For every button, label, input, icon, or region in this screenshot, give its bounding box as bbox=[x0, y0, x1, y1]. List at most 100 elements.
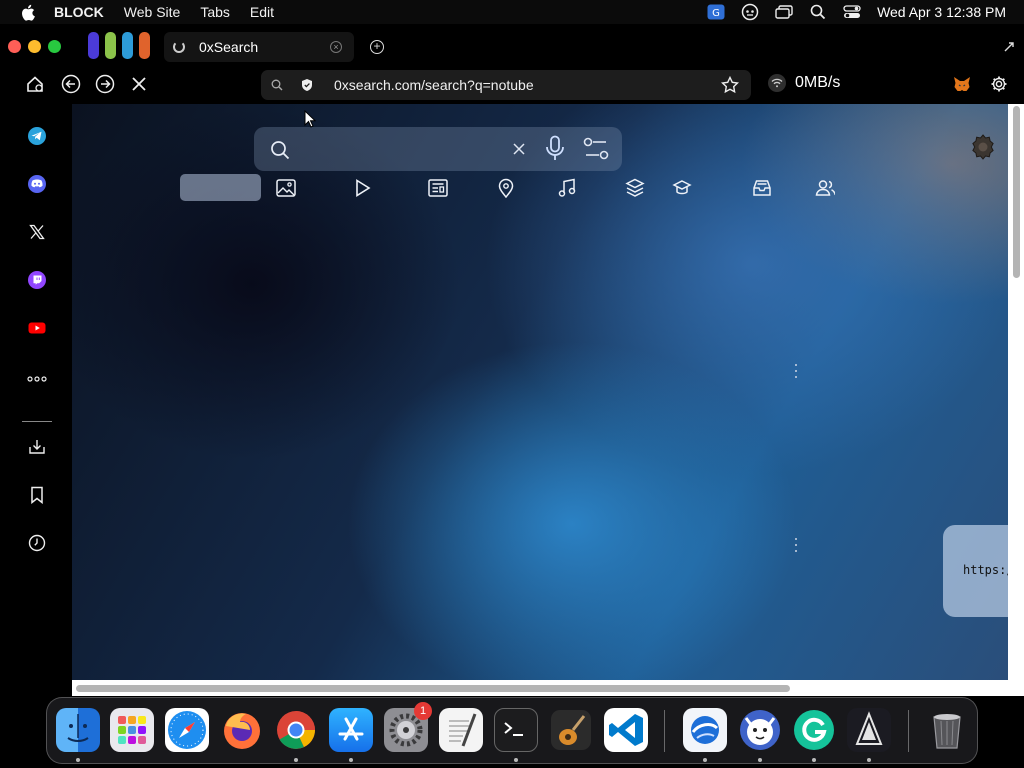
svg-text:G: G bbox=[712, 8, 720, 19]
vectorworks-icon[interactable] bbox=[847, 708, 891, 752]
tab-news[interactable] bbox=[428, 178, 448, 198]
sidebar-item-youtube[interactable] bbox=[27, 318, 47, 338]
stop-loading-button[interactable] bbox=[129, 74, 149, 94]
robot-icon[interactable] bbox=[741, 3, 759, 21]
workspace-switcher bbox=[88, 32, 150, 59]
vertical-scroll-thumb[interactable] bbox=[1013, 106, 1020, 278]
back-arrow-icon bbox=[61, 74, 81, 94]
users-icon bbox=[815, 180, 835, 196]
page-settings-gear-icon[interactable] bbox=[968, 132, 998, 162]
menu-edit[interactable]: Edit bbox=[250, 4, 274, 20]
menu-web-site[interactable]: Web Site bbox=[124, 4, 181, 20]
loading-spinner-icon bbox=[173, 41, 185, 53]
bookmark-star-icon[interactable] bbox=[721, 76, 739, 94]
close-window-button[interactable] bbox=[8, 40, 21, 53]
translator-icon[interactable]: G bbox=[707, 4, 725, 20]
tab-layers[interactable] bbox=[625, 178, 645, 198]
launchpad-icon[interactable] bbox=[110, 708, 154, 752]
horizontal-scrollbar[interactable] bbox=[72, 680, 1008, 696]
url-text[interactable]: 0xsearch.com/search?q=notube bbox=[334, 77, 534, 93]
tab-music[interactable] bbox=[557, 178, 577, 198]
image-icon bbox=[276, 179, 296, 197]
trash-icon[interactable] bbox=[925, 708, 969, 752]
address-bar[interactable]: 0xsearch.com/search?q=notube bbox=[261, 70, 751, 100]
sidebar-item-discord[interactable] bbox=[27, 174, 47, 194]
tab-all-results[interactable] bbox=[180, 174, 261, 201]
search-box[interactable] bbox=[254, 127, 622, 171]
remote-desktop-icon[interactable] bbox=[683, 708, 727, 752]
new-tab-button[interactable]: + bbox=[370, 40, 384, 54]
grammarly-icon[interactable] bbox=[792, 708, 836, 752]
forward-button[interactable] bbox=[95, 74, 115, 94]
textedit-icon[interactable] bbox=[439, 708, 483, 752]
network-speed-value: 0MB/s bbox=[795, 74, 841, 91]
clock-history-icon bbox=[28, 534, 46, 552]
tab-archive[interactable] bbox=[752, 178, 772, 198]
sidebar-item-history[interactable] bbox=[27, 533, 47, 553]
chrome-icon[interactable] bbox=[274, 708, 318, 752]
more-dots-icon bbox=[27, 376, 47, 382]
maximize-window-button[interactable] bbox=[48, 40, 61, 53]
tab-strip: 0xSearch × + bbox=[0, 28, 1024, 64]
toolbar: 0xsearch.com/search?q=notube 0MB/s bbox=[0, 64, 1024, 104]
metamask-fox-icon[interactable] bbox=[953, 76, 971, 92]
minimize-window-button[interactable] bbox=[28, 40, 41, 53]
tab-people[interactable] bbox=[815, 178, 835, 198]
home-button[interactable] bbox=[25, 74, 45, 94]
apple-icon[interactable] bbox=[20, 4, 38, 21]
settings-gear-icon[interactable] bbox=[990, 75, 1008, 93]
sidebar-item-telegram[interactable] bbox=[27, 126, 47, 146]
filter-sliders-icon[interactable] bbox=[582, 136, 610, 162]
sidebar-item-twitch[interactable] bbox=[27, 270, 47, 290]
menu-bar: BLOCK Web Site Tabs Edit G Wed Apr 3 12:… bbox=[0, 0, 1024, 24]
tab-close-icon[interactable]: × bbox=[330, 41, 342, 53]
shield-icon[interactable] bbox=[300, 78, 314, 92]
workspace-4[interactable] bbox=[139, 32, 150, 59]
horizontal-scroll-thumb[interactable] bbox=[76, 685, 790, 692]
safari-icon[interactable] bbox=[165, 708, 209, 752]
vscode-icon[interactable] bbox=[604, 708, 648, 752]
vertical-scrollbar[interactable] bbox=[1008, 104, 1024, 696]
network-speed[interactable]: 0MB/s bbox=[768, 74, 840, 92]
workspace-2[interactable] bbox=[105, 32, 116, 59]
x-logo-icon bbox=[29, 224, 45, 240]
tab-academic[interactable] bbox=[672, 178, 692, 198]
search-icon bbox=[271, 141, 290, 160]
finder-icon[interactable] bbox=[56, 708, 100, 752]
tab-0xsearch[interactable]: 0xSearch × bbox=[164, 32, 354, 62]
notification-badge: 1 bbox=[414, 702, 432, 720]
clear-search-icon[interactable] bbox=[512, 142, 526, 156]
firefox-icon[interactable] bbox=[220, 708, 264, 752]
workspace-3[interactable] bbox=[122, 32, 133, 59]
play-icon bbox=[356, 179, 371, 197]
result-options-menu-2[interactable] bbox=[794, 538, 798, 552]
terminal-icon[interactable] bbox=[494, 708, 538, 752]
dock bbox=[46, 697, 978, 764]
tab-images[interactable] bbox=[276, 178, 296, 198]
sidebar-toggle-icon[interactable] bbox=[1003, 41, 1015, 53]
windows-icon[interactable] bbox=[775, 4, 793, 20]
clock[interactable]: Wed Apr 3 12:38 PM bbox=[877, 4, 1006, 20]
workspace-1[interactable] bbox=[88, 32, 99, 59]
link-preview-text: https:/ bbox=[963, 563, 1008, 577]
sidebar-more-button[interactable] bbox=[27, 369, 47, 389]
sidebar-item-x[interactable] bbox=[27, 222, 47, 242]
tab-maps[interactable] bbox=[496, 178, 516, 198]
home-icon bbox=[27, 76, 43, 92]
close-icon bbox=[132, 77, 146, 91]
menu-tabs[interactable]: Tabs bbox=[200, 4, 230, 20]
spotlight-search-icon[interactable] bbox=[809, 4, 827, 20]
sidebar-item-downloads[interactable] bbox=[27, 437, 47, 457]
sidebar-item-bookmarks[interactable] bbox=[27, 485, 47, 505]
menu-app-name[interactable]: BLOCK bbox=[54, 4, 104, 20]
microphone-icon[interactable] bbox=[544, 135, 566, 163]
discord-icon bbox=[28, 175, 46, 193]
block-browser-icon[interactable] bbox=[738, 708, 782, 752]
tab-videos[interactable] bbox=[353, 178, 373, 198]
result-options-menu-1[interactable] bbox=[794, 364, 798, 378]
garageband-icon[interactable] bbox=[549, 708, 593, 752]
control-center-icon[interactable] bbox=[843, 4, 861, 20]
back-button[interactable] bbox=[61, 74, 81, 94]
app-store-icon[interactable] bbox=[329, 708, 373, 752]
link-preview-card[interactable]: https:/ bbox=[943, 525, 1008, 617]
